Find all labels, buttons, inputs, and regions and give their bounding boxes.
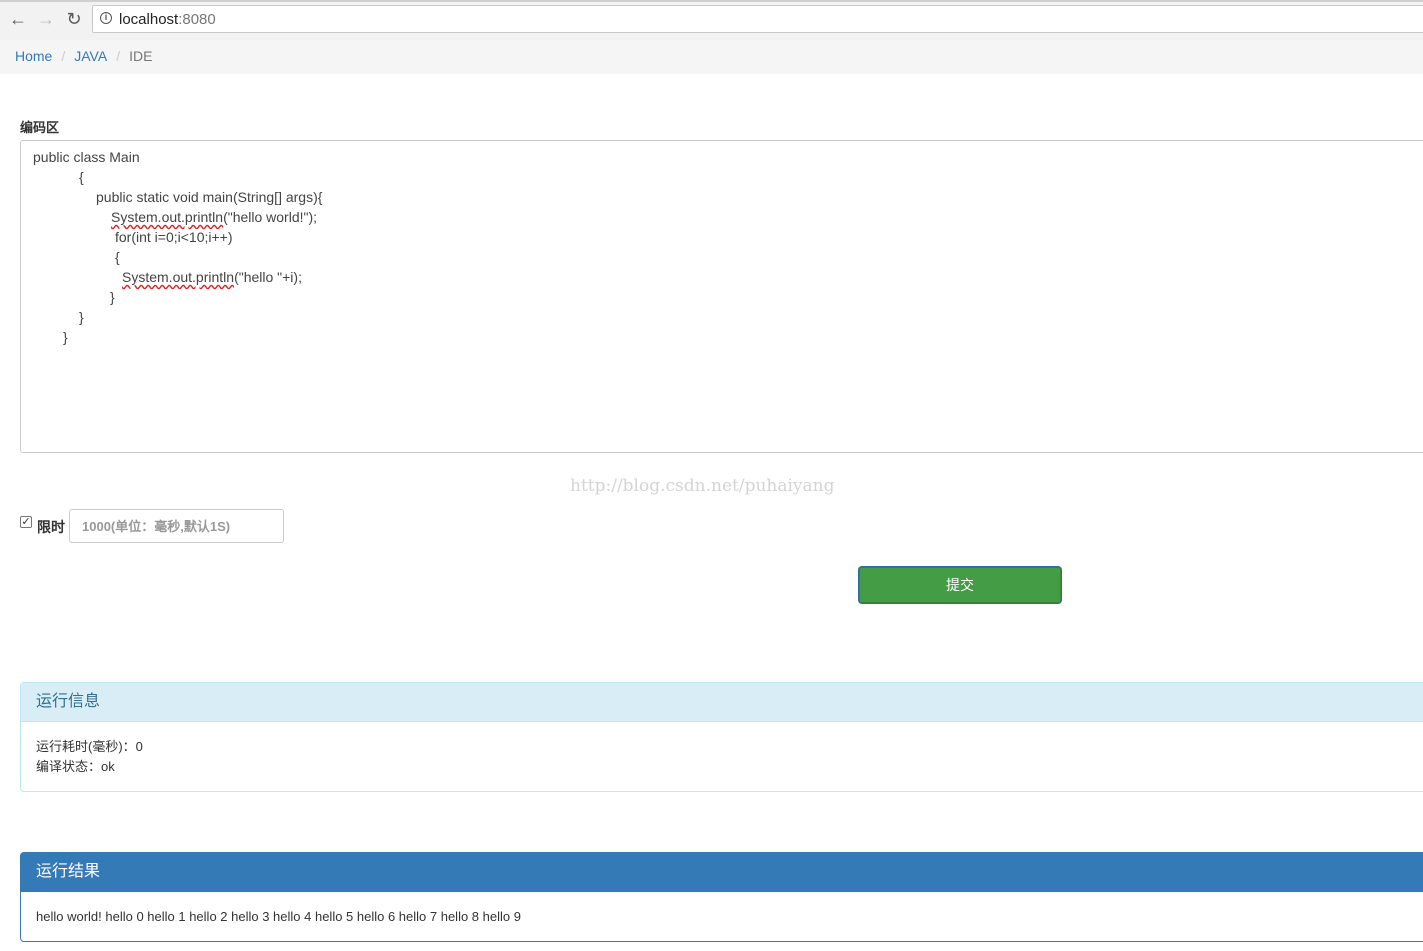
url-text[interactable]: localhost:8080 xyxy=(119,11,216,28)
submit-button[interactable]: 提交 xyxy=(859,567,1061,603)
limit-label: 限时 xyxy=(37,519,65,535)
code-line: } xyxy=(63,329,68,345)
code-area-label: 编码区 xyxy=(20,120,60,135)
run-output-text: hello world! hello 0 hello 1 hello 2 hel… xyxy=(36,909,521,924)
spellcheck-token: System.out.println xyxy=(111,209,224,225)
limit-input[interactable] xyxy=(69,509,284,543)
code-line: System.out.println("hello world!"); xyxy=(111,209,317,225)
run-result-title: 运行结果 xyxy=(21,853,1423,892)
breadcrumb-separator: / xyxy=(116,48,121,64)
code-fragment: ("hello world!"); xyxy=(223,209,318,225)
code-line: public class Main xyxy=(33,149,140,165)
code-line: { xyxy=(79,169,84,185)
run-time-text: 运行耗时(毫秒)：0 xyxy=(36,739,143,754)
compile-status-text: 编译状态：ok xyxy=(36,759,115,774)
run-info-panel: 运行信息 运行耗时(毫秒)：0 编译状态：ok xyxy=(20,682,1423,792)
url-port: :8080 xyxy=(178,11,216,28)
browser-toolbar: ← → ↻ i localhost:8080 xyxy=(0,0,1423,41)
code-line: } xyxy=(79,309,84,325)
info-icon[interactable]: i xyxy=(100,12,112,24)
forward-arrow-icon[interactable]: → xyxy=(35,8,57,30)
code-line: System.out.println("hello "+i); xyxy=(122,269,302,285)
tab-strip xyxy=(0,0,1423,2)
limit-checkbox[interactable]: ✓ xyxy=(20,516,32,528)
run-info-title: 运行信息 xyxy=(21,683,1423,722)
back-arrow-icon[interactable]: ← xyxy=(7,8,29,30)
code-line: for(int i=0;i<10;i++) xyxy=(115,229,233,245)
code-line: } xyxy=(110,289,115,305)
code-fragment: ("hello "+i); xyxy=(234,269,302,285)
code-editor[interactable]: public class Main { public static void m… xyxy=(20,140,1423,453)
spellcheck-token: System.out.println xyxy=(122,269,235,285)
address-bar[interactable]: i localhost:8080 xyxy=(92,5,1423,33)
breadcrumb-home[interactable]: Home xyxy=(15,48,52,64)
code-line: { xyxy=(115,249,120,265)
reload-icon[interactable]: ↻ xyxy=(63,8,85,30)
breadcrumb-separator: / xyxy=(61,48,66,64)
watermark: http://blog.csdn.net/puhaiyang xyxy=(570,476,835,496)
breadcrumb-ide: IDE xyxy=(129,48,153,64)
url-host: localhost xyxy=(119,11,179,28)
breadcrumb-java[interactable]: JAVA xyxy=(74,48,107,64)
code-line: public static void main(String[] args){ xyxy=(96,189,323,205)
run-result-panel: 运行结果 hello world! hello 0 hello 1 hello … xyxy=(20,852,1423,942)
breadcrumb: Home / JAVA / IDE xyxy=(0,40,1423,74)
